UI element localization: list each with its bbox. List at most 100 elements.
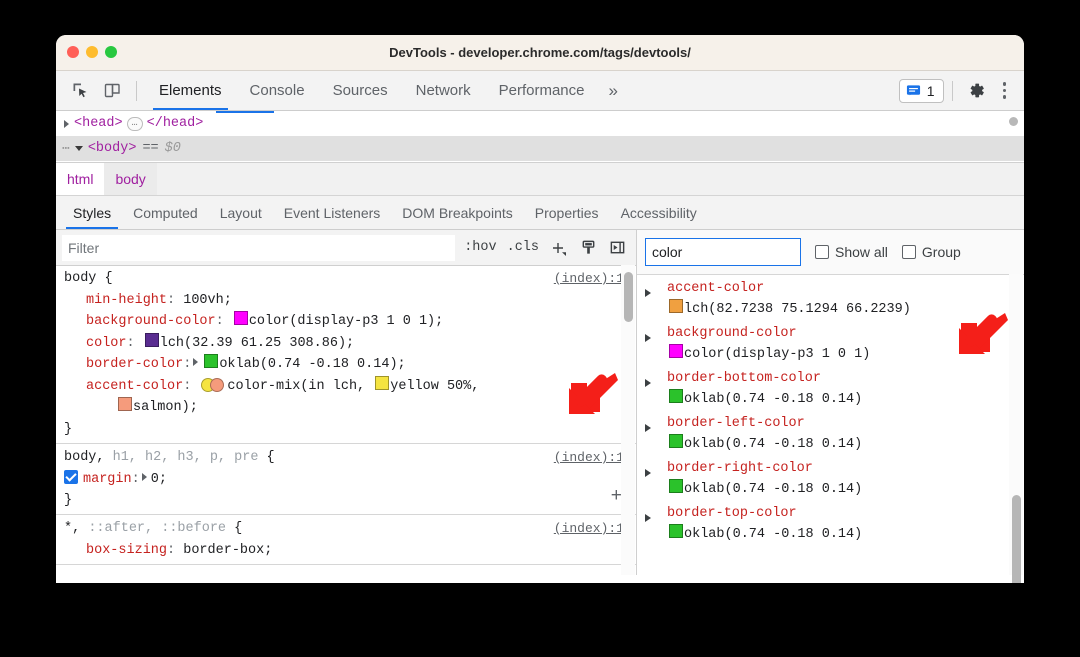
tab-performance-label: Performance xyxy=(498,82,585,99)
computed-property-border-top-color[interactable]: border-top-color oklab(0.74 -0.18 0.14) xyxy=(637,503,1024,548)
gear-icon[interactable] xyxy=(963,78,991,104)
yellow-swatch[interactable] xyxy=(375,375,390,390)
tab-dom-breakpoints[interactable]: DOM Breakpoints xyxy=(391,196,523,229)
group-checkbox[interactable] xyxy=(901,245,916,259)
expand-border-bottom-color-triangle-icon[interactable] xyxy=(645,379,651,387)
print-media-brush-icon[interactable] xyxy=(574,239,603,256)
zoom-window-button[interactable] xyxy=(105,46,117,58)
computed-property-border-bottom-color[interactable]: border-bottom-color oklab(0.74 -0.18 0.1… xyxy=(637,368,1024,413)
css-declaration-accent-color-cont[interactable]: salmon); xyxy=(56,397,636,419)
computed-border-right-color-swatch[interactable] xyxy=(669,479,683,493)
css-prop-background-color: background-color xyxy=(86,314,216,329)
tab-network[interactable]: Network xyxy=(402,71,485,110)
plus-new-style-rule-icon[interactable] xyxy=(544,239,574,257)
css-rule-origin-link[interactable]: (index):1 xyxy=(554,268,624,290)
css-declaration-background-color[interactable]: background-color: color(display-p3 1 0 1… xyxy=(56,311,636,333)
more-tabs-chevron-icon[interactable]: » xyxy=(599,81,628,101)
tab-properties[interactable]: Properties xyxy=(524,196,610,229)
dom-tree-scroll-indicator[interactable] xyxy=(1009,117,1018,126)
computed-property-border-left-color[interactable]: border-left-color oklab(0.74 -0.18 0.14) xyxy=(637,413,1024,458)
styles-pane-scrollbar-thumb[interactable] xyxy=(624,272,633,322)
computed-property-background-color[interactable]: background-color color(display-p3 1 0 1) xyxy=(637,323,1024,368)
show-all-checkbox[interactable] xyxy=(815,245,829,259)
margin-enabled-checkbox[interactable] xyxy=(64,469,78,484)
css-declaration-border-color[interactable]: border-color: oklab(0.74 -0.18 0.14); xyxy=(56,354,636,376)
css-selector-body[interactable]: body { xyxy=(64,271,113,286)
styles-filter-input[interactable] xyxy=(62,234,456,261)
computed-styles-pane: Show all Group accent-color lch(82.7238 … xyxy=(637,230,1024,583)
expand-border-color-triangle-icon[interactable] xyxy=(193,358,199,366)
inspect-element-icon[interactable] xyxy=(66,78,94,104)
head-collapsed-children-pill[interactable]: … xyxy=(126,116,143,131)
group-checkbox-wrap[interactable]: Group xyxy=(901,244,961,260)
css-rule-origin-link-2[interactable]: (index):1 xyxy=(554,447,624,469)
breadcrumb-item-html[interactable]: html xyxy=(56,163,104,195)
tab-network-label: Network xyxy=(415,82,471,99)
tab-layout[interactable]: Layout xyxy=(209,196,273,229)
screenshot-root: DevTools - developer.chrome.com/tags/dev… xyxy=(0,0,1080,657)
kebab-menu-icon[interactable] xyxy=(993,82,1017,99)
css-prop-min-height: min-height xyxy=(86,292,168,308)
devtools-main-toolbar: Elements Console Sources Network Perform… xyxy=(56,71,1024,111)
computed-border-top-color-swatch[interactable] xyxy=(669,524,683,538)
computed-accent-color-swatch[interactable] xyxy=(669,299,683,313)
tab-console[interactable]: Console xyxy=(236,71,319,110)
dom-tree[interactable]: <head> … </head> ⋯ <body> == $0 xyxy=(56,111,1024,162)
computed-property-border-right-color[interactable]: border-right-color oklab(0.74 -0.18 0.14… xyxy=(637,458,1024,503)
salmon-swatch[interactable] xyxy=(118,397,132,411)
tab-layout-label: Layout xyxy=(219,204,262,221)
tab-styles[interactable]: Styles xyxy=(62,196,122,229)
close-window-button[interactable] xyxy=(67,46,79,58)
toggle-computed-sidebar-icon[interactable] xyxy=(603,239,632,256)
device-toolbar-icon[interactable] xyxy=(98,78,126,104)
tab-performance[interactable]: Performance xyxy=(485,71,599,110)
border-color-swatch[interactable] xyxy=(204,354,219,368)
css-declaration-accent-color[interactable]: accent-color: color-mix(in lch, yellow 5… xyxy=(56,375,636,398)
computed-filter-input[interactable] xyxy=(645,238,801,266)
css-rule-origin-link-3[interactable]: (index):1 xyxy=(554,518,624,540)
dom-highlight-underline xyxy=(216,111,274,113)
color-swatch[interactable] xyxy=(144,332,159,347)
css-declaration-box-sizing[interactable]: box-sizing: border-box; xyxy=(56,540,636,562)
tab-accessibility[interactable]: Accessibility xyxy=(610,196,708,229)
tab-elements[interactable]: Elements xyxy=(145,71,236,110)
computed-background-color-swatch[interactable] xyxy=(669,344,683,358)
tab-dom-breakpoints-label: DOM Breakpoints xyxy=(402,204,513,221)
tab-computed[interactable]: Computed xyxy=(122,196,209,229)
computed-border-left-color-swatch[interactable] xyxy=(669,434,683,448)
computed-pane-scrollbar-thumb[interactable] xyxy=(1012,495,1021,583)
element-classes-button[interactable]: .cls xyxy=(502,240,544,255)
collapse-body-triangle-icon[interactable] xyxy=(74,146,83,151)
css-declaration-min-height[interactable]: min-height: 100vh; xyxy=(56,290,636,312)
expand-border-left-color-triangle-icon[interactable] xyxy=(645,424,651,432)
expand-head-triangle-icon[interactable] xyxy=(64,119,69,128)
tab-sources[interactable]: Sources xyxy=(319,71,402,110)
css-value-background-color: color(display-p3 1 0 1); xyxy=(248,314,444,329)
breadcrumb-item-body[interactable]: body xyxy=(104,163,157,195)
css-declaration-color[interactable]: color: lch(32.39 61.25 308.86); xyxy=(56,332,636,355)
dom-row-head[interactable]: <head> … </head> xyxy=(56,111,1024,136)
issues-badge-button[interactable]: 1 xyxy=(898,78,944,103)
computed-border-bottom-color-swatch[interactable] xyxy=(669,389,683,403)
computed-property-accent-color[interactable]: accent-color lch(82.7238 75.1294 66.2239… xyxy=(637,278,1024,323)
minimize-window-button[interactable] xyxy=(86,46,98,58)
dom-row-more-icon[interactable]: ⋯ xyxy=(62,141,71,156)
css-selector-dim-2[interactable]: h1, h2, h3, p, pre xyxy=(113,450,259,465)
css-selector-dim-3[interactable]: ::after, ::before xyxy=(88,521,226,536)
css-selector-universal[interactable]: *, xyxy=(64,521,88,536)
background-color-swatch[interactable] xyxy=(233,311,248,325)
css-declaration-margin[interactable]: margin: 0; xyxy=(56,469,636,491)
accent-color-mix-swatch[interactable] xyxy=(201,377,225,392)
expand-border-right-color-triangle-icon[interactable] xyxy=(645,469,651,477)
expand-margin-triangle-icon[interactable] xyxy=(141,472,147,481)
css-selector-body-2[interactable]: body, xyxy=(64,450,113,465)
devtools-window: DevTools - developer.chrome.com/tags/dev… xyxy=(56,35,1024,583)
force-hover-state-button[interactable]: :hov xyxy=(459,240,501,255)
show-all-checkbox-wrap[interactable]: Show all xyxy=(815,244,888,260)
computed-value-background-color: color(display-p3 1 0 1) xyxy=(667,344,1024,365)
expand-background-color-triangle-icon[interactable] xyxy=(645,334,651,342)
dom-row-body[interactable]: ⋯ <body> == $0 xyxy=(56,136,1024,161)
expand-border-top-color-triangle-icon[interactable] xyxy=(645,514,651,522)
tab-event-listeners[interactable]: Event Listeners xyxy=(273,196,392,229)
expand-accent-color-triangle-icon[interactable] xyxy=(645,289,651,297)
